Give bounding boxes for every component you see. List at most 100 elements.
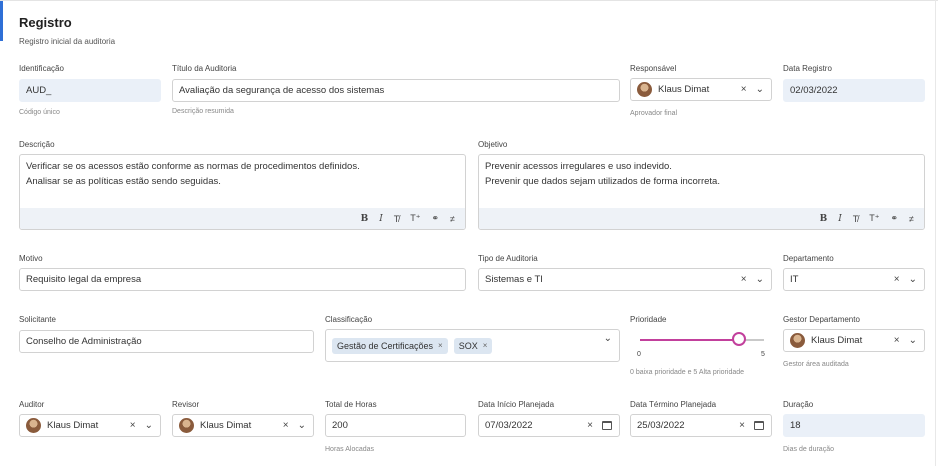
termino-date-input[interactable]: 25/03/2022 × [630,414,772,437]
gestor-select[interactable]: Klaus Dimat × ⌄ [783,329,925,352]
editor-toolbar: B I T̸ T⁺ ⚭ ≠ [20,208,465,229]
clear-icon[interactable]: × [741,84,747,95]
clear-format-icon[interactable]: T̸ [394,214,400,224]
avatar [26,418,41,433]
solicitante-label: Solicitante [19,315,56,324]
departamento-label: Departamento [783,254,834,263]
identificacao-hint: Código único [19,109,60,116]
clear-icon[interactable]: × [741,274,747,285]
chevron-down-icon[interactable]: ⌄ [145,420,153,431]
tag-chip: Gestão de Certificações × [332,337,448,354]
duracao-label: Duração [783,400,814,409]
responsavel-hint: Aprovador final [630,110,678,117]
link-icon[interactable]: ⚭ [891,213,899,224]
bold-icon[interactable]: B [361,214,369,224]
prioridade-hint: 0 baixa prioridade e 5 Alta prioridade [630,369,745,376]
clear-format-icon[interactable]: T̸ [853,214,859,224]
identificacao-field: AUD_ [19,79,161,102]
section-title: Registro [19,15,72,30]
tipo-value: Sistemas e TI [485,274,543,285]
chevron-down-icon[interactable]: ⌄ [909,335,917,346]
tag-label: SOX [458,340,478,351]
total-horas-label: Total de Horas [325,400,377,409]
chevron-down-icon[interactable]: ⌄ [756,274,764,285]
clear-icon[interactable]: × [894,335,900,346]
revisor-select[interactable]: Klaus Dimat × ⌄ [172,414,314,437]
slider-thumb[interactable] [732,332,747,346]
strikethrough-icon[interactable]: ≠ [909,214,914,224]
calendar-icon[interactable] [602,421,612,430]
link-icon[interactable]: ⚭ [432,213,440,224]
classificacao-multiselect[interactable]: Gestão de Certificações × SOX × ⌄ [325,329,620,362]
slider-min-label: 0 [637,351,641,358]
identificacao-label: Identificação [19,64,64,73]
total-horas-value: 200 [332,420,348,431]
responsavel-value: Klaus Dimat [658,84,710,95]
descricao-line: Verificar se os acessos estão conforme a… [26,161,360,172]
descricao-editor[interactable]: Verificar se os acessos estão conforme a… [19,154,466,230]
motivo-label: Motivo [19,254,43,263]
calendar-icon[interactable] [754,421,764,430]
identificacao-value: AUD_ [26,85,52,96]
tag-chip: SOX × [453,337,493,354]
data-registro-field: 02/03/2022 [783,79,925,102]
auditor-label: Auditor [19,400,45,409]
data-registro-label: Data Registro [783,64,832,73]
solicitante-value: Conselho de Administração [26,336,142,347]
slider-max-label: 5 [761,351,765,358]
clear-icon[interactable]: × [130,420,136,431]
slider-fill [640,339,740,341]
objetivo-label: Objetivo [478,140,508,149]
total-horas-hint: Horas Alocadas [325,446,375,453]
objetivo-editor[interactable]: Prevenir acessos irregulares e uso indev… [478,154,925,230]
tag-label: Gestão de Certificações [337,340,434,351]
section-subtitle: Registro inicial da auditoria [19,37,116,46]
section-accent-bar [0,1,3,41]
revisor-value: Klaus Dimat [200,420,252,431]
chevron-down-icon[interactable]: ⌄ [604,333,612,344]
gestor-hint: Gestor área auditada [783,361,849,368]
bold-icon[interactable]: B [820,214,828,224]
duracao-value: 18 [790,420,801,431]
italic-icon[interactable]: I [379,214,383,224]
chevron-down-icon[interactable]: ⌄ [909,274,917,285]
remove-tag-icon[interactable]: × [483,341,488,350]
descricao-label: Descrição [19,140,55,149]
avatar [179,418,194,433]
superscript-icon[interactable]: T⁺ [410,213,420,224]
clear-icon[interactable]: × [587,420,593,431]
motivo-input[interactable]: Requisito legal da empresa [19,268,466,291]
avatar [637,82,652,97]
departamento-value: IT [790,274,799,285]
inicio-date-input[interactable]: 07/03/2022 × [478,414,620,437]
inicio-value: 07/03/2022 [485,420,533,431]
tipo-label: Tipo de Auditoria [478,254,538,263]
clear-icon[interactable]: × [283,420,289,431]
titulo-input[interactable]: Avaliação da segurança de acesso dos sis… [172,79,620,102]
total-horas-input[interactable]: 200 [325,414,466,437]
chevron-down-icon[interactable]: ⌄ [756,84,764,95]
responsavel-label: Responsável [630,64,677,73]
solicitante-input[interactable]: Conselho de Administração [19,330,314,353]
prioridade-label: Prioridade [630,315,667,324]
strikethrough-icon[interactable]: ≠ [450,214,455,224]
data-registro-value: 02/03/2022 [790,85,838,96]
titulo-label: Título da Auditoria [172,64,237,73]
tipo-select[interactable]: Sistemas e TI × ⌄ [478,268,772,291]
objetivo-line: Prevenir acessos irregulares e uso indev… [485,161,672,172]
responsavel-select[interactable]: Klaus Dimat × ⌄ [630,78,772,101]
titulo-hint: Descrição resumida [172,108,234,115]
remove-tag-icon[interactable]: × [438,341,443,350]
termino-label: Data Término Planejada [630,400,717,409]
clear-icon[interactable]: × [739,420,745,431]
prioridade-slider[interactable] [640,332,764,346]
chevron-down-icon[interactable]: ⌄ [298,420,306,431]
departamento-select[interactable]: IT × ⌄ [783,268,925,291]
gestor-value: Klaus Dimat [811,335,863,346]
termino-value: 25/03/2022 [637,420,685,431]
auditor-select[interactable]: Klaus Dimat × ⌄ [19,414,161,437]
superscript-icon[interactable]: T⁺ [869,213,879,224]
duracao-hint: Dias de duração [783,446,834,453]
clear-icon[interactable]: × [894,274,900,285]
italic-icon[interactable]: I [838,214,842,224]
